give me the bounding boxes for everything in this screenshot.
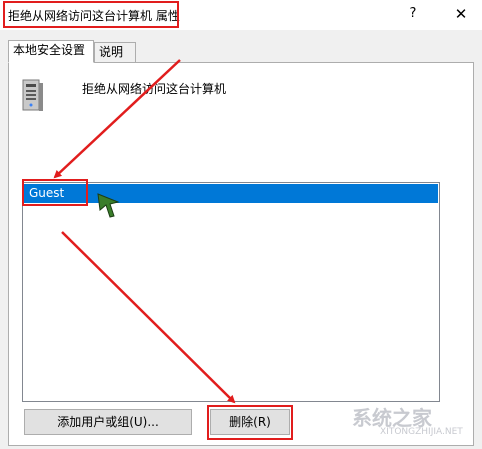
watermark-url: XITONGZHIJIA.NET	[380, 427, 463, 437]
help-button[interactable]: ?	[402, 3, 424, 25]
policy-name: 拒绝从网络访问这台计算机	[82, 82, 227, 96]
add-user-or-group-button[interactable]: 添加用户或组(U)...	[24, 409, 192, 435]
cursor-icon	[97, 193, 120, 218]
accounts-listbox[interactable]: Guest	[22, 182, 440, 402]
title-bar: 拒绝从网络访问这台计算机 属性 ? ✕	[0, 0, 482, 30]
tab-explain[interactable]: 说明	[94, 42, 136, 63]
guest-highlight-box	[22, 179, 88, 206]
title-highlight-box	[3, 1, 179, 28]
delete-highlight-box	[207, 405, 293, 440]
close-button[interactable]: ✕	[450, 3, 472, 25]
tab-local-security-setting[interactable]: 本地安全设置	[8, 40, 94, 63]
server-icon	[22, 79, 43, 111]
